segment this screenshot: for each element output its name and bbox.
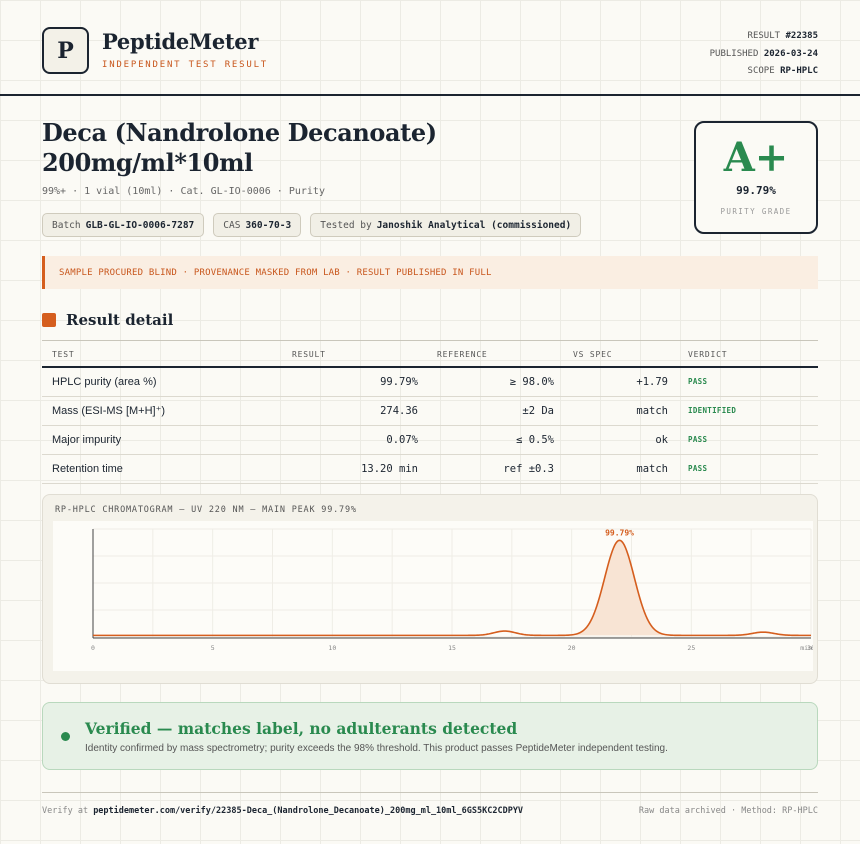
cell-result: 0.07% xyxy=(386,434,418,446)
cell-test: Retention time xyxy=(52,463,123,475)
result-id: #22385 xyxy=(785,31,818,41)
grade-letter: A+ xyxy=(723,134,789,181)
grade-value: 99.79% xyxy=(736,184,776,197)
cell-reference: ref ±0.3 xyxy=(503,463,554,475)
product-title-line2: 200mg/ml*10ml xyxy=(42,148,253,177)
table-row: Retention time 13.20 min ref ±0.3 match … xyxy=(42,455,818,484)
table-row: HPLC purity (area %) 99.79% ≥ 98.0% +1.7… xyxy=(42,368,818,397)
product-title-line1: Deca (Nandrolone Decanoate) xyxy=(42,118,437,147)
cell-verdict: IDENTIFIED xyxy=(688,406,737,415)
chromatogram-chart: 99.79%0 5 10 15 20 25 30min xyxy=(53,521,813,671)
brand-subtitle: INDEPENDENT TEST RESULT xyxy=(102,60,269,70)
chromatogram-card: RP-HPLC CHROMATOGRAM — UV 220 NM — MAIN … xyxy=(42,494,818,684)
tested-by-chip: Tested by Janoshik Analytical (commission… xyxy=(310,213,582,237)
result-id-row: RESULT #22385 xyxy=(747,31,818,41)
table-row: Major impurity 0.07% ≤ 0.5% ok PASS xyxy=(42,426,818,455)
x-tick-label: 10 xyxy=(328,644,336,652)
page-header: P PeptideMeter INDEPENDENT TEST RESULT R… xyxy=(0,0,860,96)
x-tick-label: 25 xyxy=(687,644,695,652)
status-dot-icon xyxy=(61,732,70,741)
cell-vs-spec: match xyxy=(636,463,668,475)
header-reference: REFERENCE xyxy=(437,350,488,359)
logo: P xyxy=(42,27,89,74)
cell-verdict: PASS xyxy=(688,464,708,473)
x-unit-label: min xyxy=(800,644,812,652)
footer-divider xyxy=(42,792,818,793)
chart-title: RP-HPLC CHROMATOGRAM — UV 220 NM — MAIN … xyxy=(55,505,357,515)
cas-chip: CAS 360-70-3 xyxy=(213,213,302,237)
header-test: TEST xyxy=(52,350,75,359)
x-tick-label: 15 xyxy=(448,644,456,652)
x-tick-label: 5 xyxy=(211,644,215,652)
published-date: 2026-03-24 xyxy=(763,48,818,59)
cell-verdict: PASS xyxy=(688,435,708,444)
cell-test: Mass (ESI-MS [M+H]⁺) xyxy=(52,405,166,417)
peak-label: 99.79% xyxy=(605,528,634,537)
x-tick-label: 20 xyxy=(568,644,576,652)
cell-vs-spec: +1.79 xyxy=(636,376,668,388)
cell-test: HPLC purity (area %) xyxy=(52,376,157,388)
header-verdict: VERDICT xyxy=(688,350,728,359)
cell-test: Major impurity xyxy=(52,434,122,446)
section-title: Result detail xyxy=(66,311,174,329)
published-row: PUBLISHED 2026-03-24 xyxy=(709,48,818,59)
verified-title: Verified — matches label, no adulterants… xyxy=(85,719,518,738)
verify-link[interactable]: peptidemeter.com/verify/22385-Deca_(Nand… xyxy=(93,806,523,816)
table-header: TEST RESULT REFERENCE VS SPEC VERDICT xyxy=(42,340,818,368)
cell-verdict: PASS xyxy=(688,377,708,386)
brand-name: PeptideMeter xyxy=(102,29,259,54)
x-tick-label: 0 xyxy=(91,644,95,652)
verified-banner: Verified — matches label, no adulterants… xyxy=(42,702,818,770)
cell-vs-spec: match xyxy=(636,405,668,417)
result-detail-heading: Result detail xyxy=(42,311,173,329)
result-meta: RESULT #22385 PUBLISHED 2026-03-24 SCOPE… xyxy=(710,28,818,81)
cell-result: 13.20 min xyxy=(361,463,418,475)
product-title: Deca (Nandrolone Decanoate) 200mg/ml*10m… xyxy=(42,118,602,178)
cell-vs-spec: ok xyxy=(655,434,668,446)
grade-label: PURITY GRADE xyxy=(720,207,792,216)
result-table: TEST RESULT REFERENCE VS SPEC VERDICT HP… xyxy=(42,340,818,484)
cell-reference: ≥ 98.0% xyxy=(509,376,554,388)
scope-row: SCOPE RP-HPLC xyxy=(747,66,818,76)
cell-result: 99.79% xyxy=(380,376,418,388)
verified-text: Identity confirmed by mass spectrometry;… xyxy=(85,743,668,754)
procurement-notice: SAMPLE PROCURED BLIND · PROVENANCE MASKE… xyxy=(42,256,818,289)
header-vs-spec: VS SPEC xyxy=(573,350,613,359)
cell-reference: ≤ 0.5% xyxy=(516,434,554,446)
cell-reference: ±2 Da xyxy=(522,405,554,417)
purity-grade-card: A+ 99.79% PURITY GRADE xyxy=(694,121,818,234)
main-peak-area xyxy=(559,540,680,636)
section-marker-icon xyxy=(42,313,56,327)
product-subline: 99%+ · 1 vial (10ml) · Cat. GL-IO-0006 ·… xyxy=(42,186,325,197)
info-chips: Batch GLB-GL-IO-0006-7287 CAS 360-70-3 Tes… xyxy=(42,213,582,237)
batch-chip: Batch GLB-GL-IO-0006-7287 xyxy=(42,213,205,237)
verify-link-line: Verify at peptidemeter.com/verify/22385-… xyxy=(42,806,524,816)
table-row: Mass (ESI-MS [M+H]⁺) 274.36 ±2 Da match … xyxy=(42,397,818,426)
header-result: RESULT xyxy=(292,350,326,359)
scope-value: RP-HPLC xyxy=(780,66,818,76)
cell-result: 274.36 xyxy=(380,405,418,417)
footer-method: Raw data archived · Method: RP-HPLC xyxy=(638,806,818,816)
